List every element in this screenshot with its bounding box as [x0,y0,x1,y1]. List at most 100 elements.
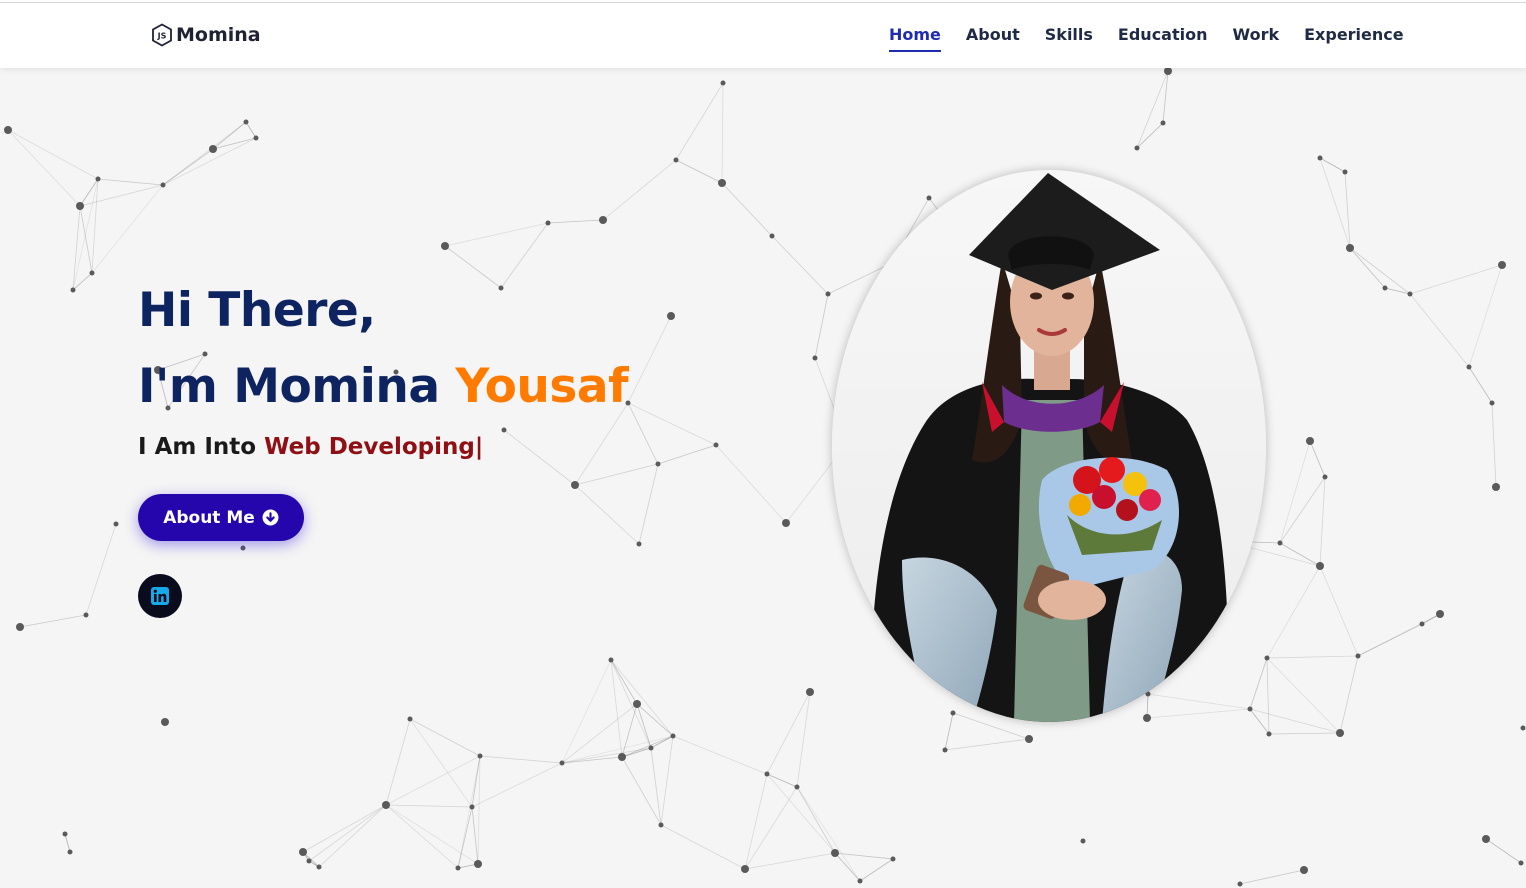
network-link [834,852,861,882]
nav-item-education[interactable]: Education [1118,25,1208,52]
network-link [1162,70,1169,124]
network-node [636,541,642,547]
network-link [1344,171,1351,249]
network-link [479,755,563,764]
network-node [70,287,76,293]
network-link [97,178,164,186]
network-link [660,824,746,870]
network-link [796,691,811,788]
network-link [471,806,479,865]
typing-cursor: | [474,434,484,460]
network-link [79,205,93,274]
about-me-button[interactable]: About Me [138,494,304,541]
top-navbar: JS Momina Home About Skills Education Wo… [0,3,1526,68]
hero-section: Hi There, I'm Momina Yousaf I Am Into We… [138,282,629,618]
network-link [19,614,87,628]
network-link [72,205,81,291]
network-node [1300,866,1308,874]
network-node [1306,437,1314,445]
network-link [1266,565,1321,659]
network-node [306,858,312,864]
network-node [1264,655,1270,661]
network-link [744,852,836,870]
network-node [477,753,483,759]
js-hexagon-icon: JS [152,23,172,47]
tagline-prefix: I Am Into [138,434,265,460]
arrow-down-circle-icon [262,509,279,526]
network-link [162,137,257,186]
network-node [1466,364,1472,370]
network-node [1436,610,1444,618]
network-link [672,735,768,775]
network-node [713,442,719,448]
nav-item-experience[interactable]: Experience [1304,25,1404,52]
network-node [455,865,461,871]
network-link [944,738,1030,751]
network-node [926,195,932,201]
network-node [942,747,948,753]
network-link [1146,708,1251,719]
network-link [771,235,829,295]
network-link [500,222,549,289]
network-node [1316,562,1324,570]
network-node [316,864,322,870]
network-node [655,461,661,467]
network-link [1409,293,1470,368]
linkedin-icon [151,587,169,605]
network-node [1322,474,1328,480]
network-node [599,216,607,224]
network-link [1268,732,1341,735]
network-link [7,129,81,207]
network-link [385,718,411,806]
network-node [1277,540,1283,546]
network-link [162,121,247,186]
network-node [1164,68,1172,75]
linkedin-button[interactable] [138,574,182,618]
network-link [91,184,164,274]
network-link [302,804,387,853]
nav-item-work[interactable]: Work [1233,25,1280,52]
network-node [1407,291,1413,297]
network-node [1355,653,1361,659]
network-node [4,126,12,134]
nav-item-home[interactable]: Home [889,25,941,52]
network-node [474,860,482,868]
network-node [299,848,307,856]
network-link [385,804,473,808]
network-link [650,747,662,826]
hero-greeting: Hi There, [138,283,376,338]
hero-intro-name: I'm Momina [138,359,456,414]
network-link [477,755,481,865]
profile-photo [832,170,1266,722]
nav-item-skills[interactable]: Skills [1045,25,1093,52]
network-link [796,786,836,854]
network-node [1080,838,1086,844]
network-link [1279,476,1326,544]
network-link [79,184,164,207]
network-node [741,865,749,873]
network-link [638,463,659,545]
network-node [113,521,119,527]
network-link [1249,708,1341,734]
network-link [1468,366,1493,404]
network-node [794,784,800,790]
network-node [1382,285,1388,291]
brand-logo[interactable]: JS Momina [151,23,261,47]
network-link [627,315,672,404]
network-node [1520,725,1526,731]
network-link [660,735,674,826]
network-node [62,831,68,837]
network-link [621,703,638,758]
hero-intro-surname: Yousaf [455,359,629,414]
network-node [812,355,818,361]
network-link [1266,657,1341,734]
network-link [721,82,724,184]
nav-item-about[interactable]: About [966,25,1020,52]
network-node [1492,483,1500,491]
network-link [471,762,563,808]
network-link [1409,264,1503,295]
network-node [1336,729,1344,737]
network-link [1319,476,1326,567]
particle-network-background [4,68,1526,887]
network-node [769,233,775,239]
